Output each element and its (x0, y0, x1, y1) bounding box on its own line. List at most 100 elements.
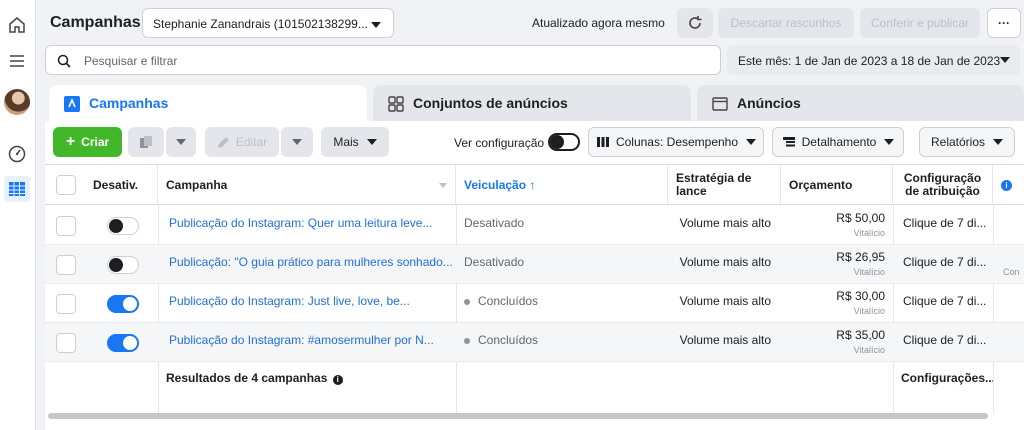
chevron-down-icon (884, 139, 895, 145)
plus-icon: + (65, 133, 76, 150)
table-row[interactable]: Publicação do Instagram: #amosermulher p… (45, 323, 1024, 362)
duplicate-dropdown-button[interactable] (166, 127, 196, 157)
budget-cell: R$ 35,00 Vitalício (781, 323, 893, 362)
row-checkbox[interactable] (56, 294, 76, 314)
table-row[interactable]: Publicação do Instagram: Just live, love… (45, 284, 1024, 323)
refresh-button[interactable] (677, 8, 713, 38)
bid-strategy: Volume mais alto (679, 255, 771, 269)
status-dot-icon (464, 337, 470, 344)
campaign-name-link[interactable]: Publicação do Instagram: Just live, love… (161, 284, 453, 323)
refresh-icon (689, 16, 702, 29)
budget-value: R$ 30,00 (836, 289, 885, 303)
budget-value: R$ 50,00 (836, 211, 885, 225)
review-publish-button[interactable]: Conferir e publicar (860, 8, 980, 38)
table-row[interactable]: Publicação do Instagram: Quer uma leitur… (45, 206, 1024, 245)
breakdown-label: Detalhamento (801, 135, 877, 149)
date-range-label: Este mês: 1 de Jan de 2023 a 18 de Jan d… (738, 54, 1001, 68)
bid-strategy: Volume mais alto (679, 294, 771, 308)
table-footer: Resultados de 4 campanhas i Configuraçõe… (45, 365, 1024, 415)
table-row[interactable]: Publicação: "O guia prático para mulhere… (45, 245, 1024, 284)
header-status[interactable]: Desativ. (85, 165, 158, 205)
columns-icon (596, 137, 609, 147)
budget-type: Vitalício (853, 228, 885, 238)
delivery-status: Concluídos (456, 323, 668, 362)
results-summary: Resultados de 4 campanhas i (158, 365, 456, 404)
delivery-status: Desativado (456, 206, 668, 245)
attribution-setting: Clique de 7 di... (903, 294, 987, 308)
header-campaign[interactable]: Campanha (158, 165, 456, 205)
edit-button[interactable]: Editar (205, 127, 279, 157)
info-icon[interactable]: i (332, 375, 343, 385)
home-icon[interactable] (4, 12, 30, 38)
campaign-status-toggle[interactable] (107, 334, 139, 352)
search-input[interactable]: Pesquisar e filtrar (45, 45, 721, 75)
duplicate-button[interactable] (128, 127, 164, 157)
toggle-knob (123, 336, 137, 350)
chevron-down-icon (292, 139, 302, 145)
date-range-picker[interactable]: Este mês: 1 de Jan de 2023 a 18 de Jan d… (727, 45, 1020, 75)
campaign-name-link[interactable]: Publicação: "O guia prático para mulhere… (161, 245, 453, 284)
campaigns-panel: + Criar Editar Mais Ver configuração Col… (45, 121, 1024, 430)
horizontal-scrollbar[interactable] (48, 413, 988, 419)
row-checkbox[interactable] (56, 216, 76, 236)
create-button[interactable]: + Criar (53, 127, 122, 157)
bid-strategy: Volume mais alto (679, 333, 771, 347)
duplicate-icon (140, 136, 152, 148)
delivery-status-label: Desativado (464, 255, 525, 269)
status-dot-icon (464, 298, 470, 305)
bid-strategy: Volume mais alto (679, 216, 771, 230)
header-delivery[interactable]: Veiculação ↑ (456, 165, 668, 205)
campaign-name-link[interactable]: Publicação do Instagram: #amosermulher p… (161, 323, 453, 362)
breakdown-button[interactable]: Detalhamento (772, 127, 904, 157)
budget-type: Vitalício (853, 306, 885, 316)
columns-button[interactable]: Colunas: Desempenho (588, 127, 764, 157)
tab-ad-sets-label: Conjuntos de anúncios (413, 95, 568, 111)
campaign-name-link[interactable]: Publicação do Instagram: Quer uma leitur… (161, 206, 453, 245)
account-selector[interactable]: Stephanie Zanandrais (101502138299... (142, 8, 394, 38)
more-actions-button[interactable]: Mais (321, 127, 389, 157)
campaign-status-toggle[interactable] (107, 295, 139, 313)
menu-icon[interactable] (4, 48, 30, 74)
header-info: i (993, 165, 1024, 205)
header-attribution[interactable]: Configuração de atribuição (893, 165, 993, 205)
row-checkbox[interactable] (56, 255, 76, 275)
chevron-down-icon (371, 22, 381, 28)
row-checkbox[interactable] (56, 333, 76, 353)
create-button-label: Criar (81, 135, 110, 149)
toggle-knob (109, 219, 123, 233)
header-bid-strategy[interactable]: Estratégia de lance (668, 165, 781, 205)
ad-sets-grid-icon (388, 96, 404, 112)
reports-button[interactable]: Relatórios (919, 127, 1015, 157)
view-setup-toggle[interactable] (548, 133, 580, 151)
header-budget[interactable]: Orçamento (781, 165, 893, 205)
tab-ads-label: Anúncios (737, 95, 801, 111)
campaign-status-toggle[interactable] (107, 256, 139, 274)
avatar[interactable] (4, 89, 30, 115)
updated-status: Atualizado agora mesmo (532, 16, 665, 30)
attribution-summary: Configurações... (901, 371, 993, 385)
page-title: Campanhas (50, 14, 141, 31)
breakdown-icon (782, 137, 795, 147)
select-all-checkbox[interactable] (56, 175, 76, 195)
more-actions-label: Mais (333, 135, 359, 149)
tab-ads[interactable]: Anúncios (697, 85, 1024, 121)
edit-dropdown-button[interactable] (281, 127, 313, 157)
truncated-column-text: Con (1003, 267, 1020, 277)
delivery-status: Desativado (456, 245, 668, 284)
header-campaign-label: Campanha (166, 177, 228, 192)
more-options-button[interactable]: ··· (987, 8, 1021, 38)
budget-cell: R$ 50,00 Vitalício (781, 206, 893, 245)
attribution-setting: Clique de 7 di... (903, 333, 987, 347)
budget-value: R$ 26,95 (836, 250, 885, 264)
campaigns-table: Desativ. Campanha Veiculação ↑ Estratégi… (45, 164, 1024, 415)
campaign-status-toggle[interactable] (107, 217, 139, 235)
chevron-down-icon (176, 139, 186, 145)
tab-campaigns[interactable]: Campanhas (49, 85, 367, 125)
toggle-knob (123, 297, 137, 311)
budget-type: Vitalício (853, 345, 885, 355)
campaigns-table-icon[interactable] (4, 176, 30, 202)
view-setup-label: Ver configuração (454, 136, 545, 150)
discard-drafts-button[interactable]: Descartar rascunhos (718, 8, 854, 38)
tab-ad-sets[interactable]: Conjuntos de anúncios (373, 85, 691, 121)
dashboard-gauge-icon[interactable] (4, 141, 30, 167)
